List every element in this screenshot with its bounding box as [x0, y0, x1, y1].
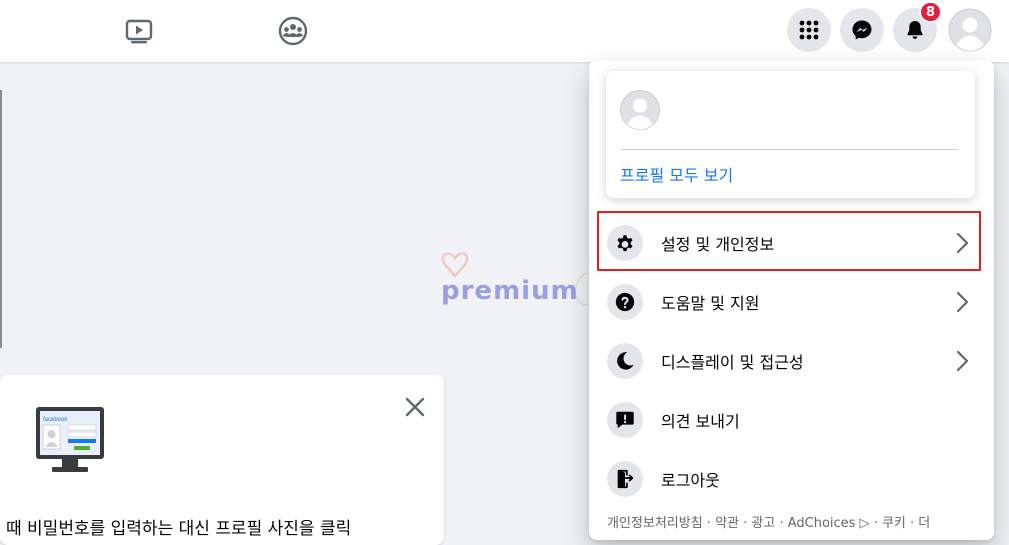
facebook-logo-text: facebook — [43, 417, 68, 423]
menu-item-send-feedback[interactable]: 의견 보내기 — [600, 393, 980, 447]
menu-item-label: 도움말 및 지원 — [661, 294, 760, 313]
account-avatar-button[interactable] — [948, 8, 992, 52]
notifications-button[interactable]: 8 — [893, 1, 942, 52]
question-icon — [607, 284, 643, 320]
menu-item-logout[interactable]: 로그아웃 — [600, 452, 980, 506]
menu-grid-icon — [799, 20, 819, 40]
moon-icon — [607, 343, 643, 379]
groups-icon[interactable] — [276, 14, 310, 48]
watermark-text: premium — [441, 276, 579, 306]
menu-item-help-support[interactable]: 도움말 및 지원 — [600, 275, 980, 329]
highlight-box — [597, 211, 981, 271]
menu-item-label: 로그아웃 — [661, 471, 720, 490]
close-icon[interactable] — [403, 395, 427, 419]
menu-item-label: 의견 보내기 — [661, 412, 740, 431]
feedback-icon — [607, 402, 643, 438]
notification-count-badge: 8 — [918, 1, 942, 23]
top-navigation-bar: 8 — [0, 0, 1009, 62]
chevron-right-icon — [956, 291, 969, 313]
see-all-profiles-link[interactable]: 프로필 모두 보기 — [620, 162, 733, 186]
menu-grid-button[interactable] — [787, 8, 831, 52]
menu-item-label: 디스플레이 및 접근성 — [661, 353, 804, 372]
logout-icon — [607, 461, 643, 497]
messenger-icon — [852, 20, 872, 40]
menu-item-display-accessibility[interactable]: 디스플레이 및 접근성 — [600, 334, 980, 388]
profile-card-divider — [621, 149, 958, 150]
content-divider — [0, 90, 2, 348]
profile-avatar[interactable] — [620, 90, 660, 130]
footer-links[interactable]: 개인정보처리방침 · 약관 · 광고 · AdChoices ▷ · 쿠키 · … — [607, 512, 1002, 531]
avatar — [948, 8, 992, 52]
card-description: 때 비밀번호를 입력하는 대신 프로필 사진을 클릭 — [6, 519, 352, 539]
chevron-right-icon — [956, 350, 969, 372]
bell-icon — [907, 21, 923, 39]
messenger-button[interactable] — [840, 8, 884, 52]
video-icon[interactable] — [122, 14, 156, 48]
desktop-illustration: facebook — [32, 405, 108, 477]
